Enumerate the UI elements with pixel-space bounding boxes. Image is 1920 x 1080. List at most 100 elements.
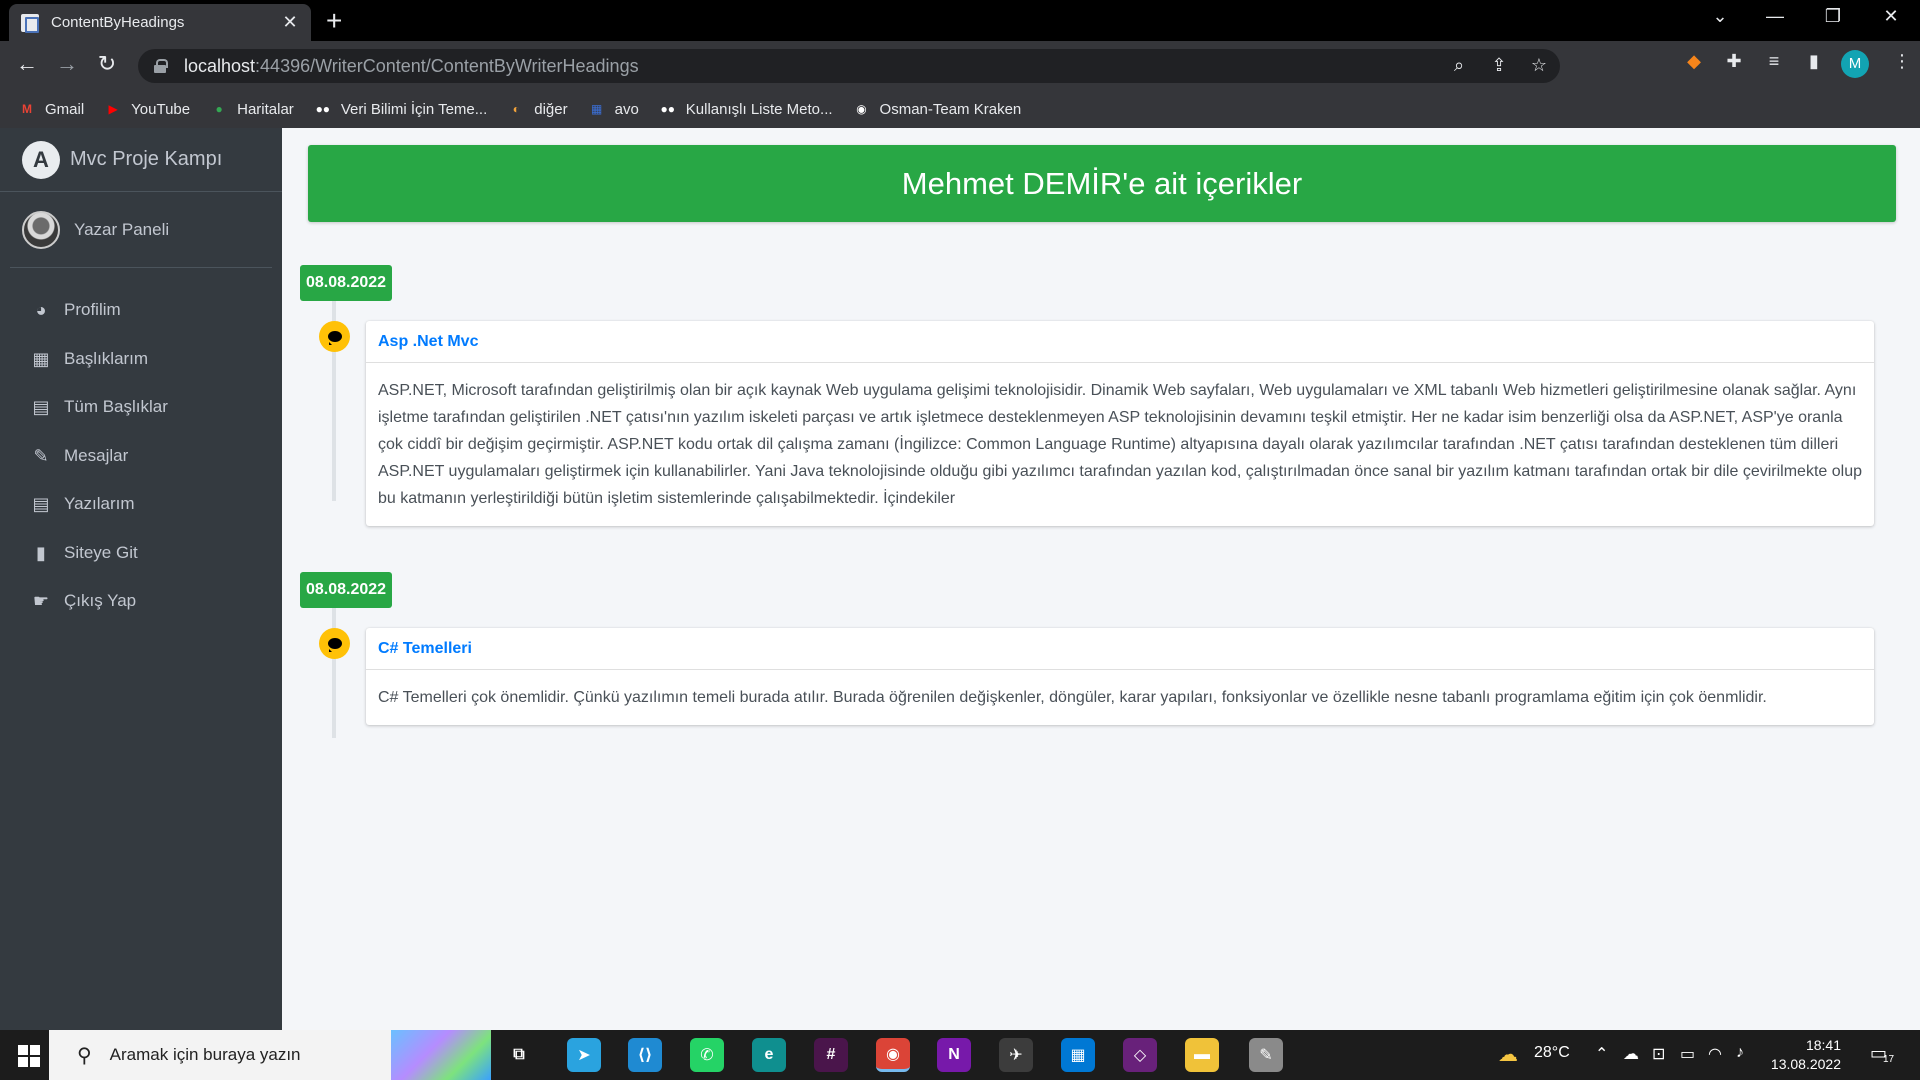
heading-link[interactable]: Asp .Net Mvc [378, 333, 478, 351]
page-favicon-icon [21, 13, 39, 33]
sidebar-item[interactable]: ◕ Profilim [0, 286, 282, 335]
telegram-icon[interactable]: ➤ [567, 1038, 601, 1072]
page-title: Mehmet DEMİR'e ait içerikler [901, 165, 1303, 201]
browser-toolbar: ← → ↻ localhost:44396/WriterContent/Cont… [0, 41, 1920, 90]
folder-icon: ◐ [512, 102, 520, 116]
task-view-icon[interactable]: ⧉ [502, 1038, 536, 1072]
vpn-icon[interactable]: ⊡ [1652, 1044, 1665, 1064]
chrome-menu-icon[interactable]: ⋮ [1888, 51, 1916, 72]
avo-icon: ▦ [590, 102, 603, 116]
date-badge: 08.08.2022 [300, 572, 393, 608]
bookmark-item[interactable]: M Gmail [18, 100, 84, 118]
content-text: ASP.NET, Microsoft tarafından geliştiril… [378, 382, 1862, 507]
media-queue-icon[interactable]: ≡ [1760, 51, 1788, 72]
sidebar-item[interactable]: ▦ Başlıklarım [0, 335, 282, 384]
tab-search-chevron-icon[interactable]: ⌄ [1700, 6, 1740, 27]
paint-icon[interactable]: ✎ [1249, 1038, 1283, 1072]
user-panel[interactable]: Yazar Paneli [10, 192, 272, 268]
sidebar-item[interactable]: ▤ Tüm Başlıklar [0, 383, 282, 432]
sidebar-item-label: Çıkış Yap [64, 591, 137, 611]
brand-link[interactable]: A Mvc Proje Kampı [0, 128, 282, 192]
maps-pin-icon: ● [215, 102, 223, 116]
metamask-icon[interactable]: ◆ [1680, 51, 1708, 72]
new-tab-button[interactable]: + [326, 6, 342, 36]
sidebar-item[interactable]: ▮ Siteye Git [0, 529, 282, 578]
bookmark-label: Osman-Team Kraken [879, 100, 1022, 118]
bookmark-item[interactable]: ◐ diğer [507, 100, 568, 118]
side-panel-icon[interactable]: ▮ [1800, 51, 1828, 72]
bookmark-item[interactable]: ●● Kullanışlı Liste Meto... [659, 100, 833, 118]
bookmark-label: Veri Bilimi İçin Teme... [340, 100, 488, 118]
reload-icon[interactable]: ↻ [92, 51, 122, 77]
wifi-icon[interactable]: ◠ [1708, 1044, 1722, 1064]
address-bar[interactable]: localhost:44396/WriterContent/ContentByW… [138, 49, 1560, 83]
tray-chevron-icon[interactable]: ⌃ [1595, 1044, 1608, 1064]
volume-icon[interactable]: ♪ [1736, 1044, 1744, 1062]
edge-icon[interactable]: e [752, 1038, 786, 1072]
chrome-icon[interactable]: ◉ [876, 1038, 910, 1072]
comment-icon [319, 628, 350, 659]
taskbar-clock[interactable]: 18:41 13.08.2022 [1767, 1036, 1841, 1074]
web-page: A Mvc Proje Kampı Yazar Paneli ◕ Profilim… [0, 128, 1920, 1030]
app-icon[interactable]: ✈ [999, 1038, 1033, 1072]
onenote-icon[interactable]: N [937, 1038, 971, 1072]
whatsapp-icon[interactable]: ✆ [690, 1038, 724, 1072]
heading-link[interactable]: C# Temelleri [378, 640, 472, 658]
taskbar-search[interactable]: ⚲ Aramak için buraya yazın [49, 1030, 491, 1080]
sidebar-item-label: Başlıklarım [64, 348, 149, 368]
forward-arrow-icon[interactable]: → [52, 51, 82, 77]
bookmark-item[interactable]: ▦ avo [588, 100, 639, 118]
brand-logo-icon: A [22, 140, 60, 179]
bookmark-label: Kullanışlı Liste Meto... [685, 100, 833, 118]
hand-point-icon: ☛ [32, 591, 50, 612]
tab-close-icon[interactable]: ✕ [281, 12, 299, 33]
extensions-puzzle-icon[interactable]: ✚ [1720, 51, 1748, 72]
window-close-icon[interactable]: ✕ [1871, 6, 1911, 27]
weather-icon[interactable]: ☁ [1498, 1042, 1518, 1067]
bookmark-label: YouTube [131, 100, 191, 118]
onedrive-icon[interactable]: ☁ [1623, 1044, 1639, 1064]
bookmark-item[interactable]: ▶ YouTube [104, 100, 191, 118]
bookmark-label: diğer [534, 100, 568, 118]
bookmark-item[interactable]: ●● Veri Bilimi İçin Teme... [314, 100, 488, 118]
tab-title: ContentByHeadings [51, 14, 185, 31]
zoom-search-icon[interactable]: ⌕ [1446, 55, 1472, 76]
profile-avatar[interactable]: M [1841, 50, 1869, 78]
browser-tab[interactable]: ContentByHeadings ✕ [9, 4, 311, 41]
date-badge: 08.08.2022 [300, 265, 393, 301]
share-icon[interactable]: ⇪ [1486, 55, 1512, 76]
bookmark-star-icon[interactable]: ☆ [1526, 55, 1552, 76]
grid-icon: ▦ [32, 348, 50, 369]
gmail-icon: M [22, 102, 32, 116]
github-icon: ◉ [856, 102, 867, 116]
visual-studio-icon[interactable]: ◇ [1123, 1038, 1157, 1072]
bookmark-item[interactable]: ◉ Osman-Team Kraken [853, 100, 1022, 118]
back-arrow-icon[interactable]: ← [12, 51, 42, 77]
sidebar-item-label: Siteye Git [64, 542, 138, 562]
vscode-icon[interactable]: ⟨⟩ [628, 1038, 662, 1072]
weather-temp[interactable]: 28°C [1534, 1044, 1570, 1062]
file-explorer-icon[interactable]: ▬ [1185, 1038, 1219, 1072]
writer-header-box: Mehmet DEMİR'e ait içerikler [308, 145, 1896, 222]
store-icon[interactable]: ▦ [1061, 1038, 1095, 1072]
slack-icon[interactable]: # [814, 1038, 848, 1072]
sidebar-item[interactable]: ✎ Mesajlar [0, 432, 282, 481]
sidebar: A Mvc Proje Kampı Yazar Paneli ◕ Profilim… [0, 128, 282, 1030]
browser-tab-strip: ContentByHeadings ✕ + ⌄ — ❐ ✕ [0, 0, 1920, 41]
user-avatar [22, 210, 60, 249]
taskbar-search-placeholder: Aramak için buraya yazın [109, 1045, 301, 1064]
battery-icon[interactable]: ▭ [1680, 1044, 1695, 1064]
bookmark-item[interactable]: ● Haritalar [210, 100, 294, 118]
windows-start-icon[interactable] [18, 1045, 40, 1067]
timeline-header: C# Temelleri [366, 628, 1874, 670]
restore-icon[interactable]: ❐ [1813, 6, 1853, 27]
sidebar-item[interactable]: ☛ Çıkış Yap [0, 577, 282, 626]
bookmarks-bar: M Gmail ▶ YouTube ● Haritalar ●● Veri Bilimi İç… [0, 90, 1920, 128]
minimize-icon[interactable]: — [1755, 6, 1795, 27]
lock-icon[interactable] [154, 59, 168, 73]
notification-count: 17 [1883, 1054, 1895, 1065]
sidebar-item[interactable]: ▤ Yazılarım [0, 480, 282, 529]
search-icon: ⚲ [77, 1044, 92, 1067]
search-highlight-art [391, 1030, 491, 1080]
bookmark-label: avo [614, 100, 639, 118]
